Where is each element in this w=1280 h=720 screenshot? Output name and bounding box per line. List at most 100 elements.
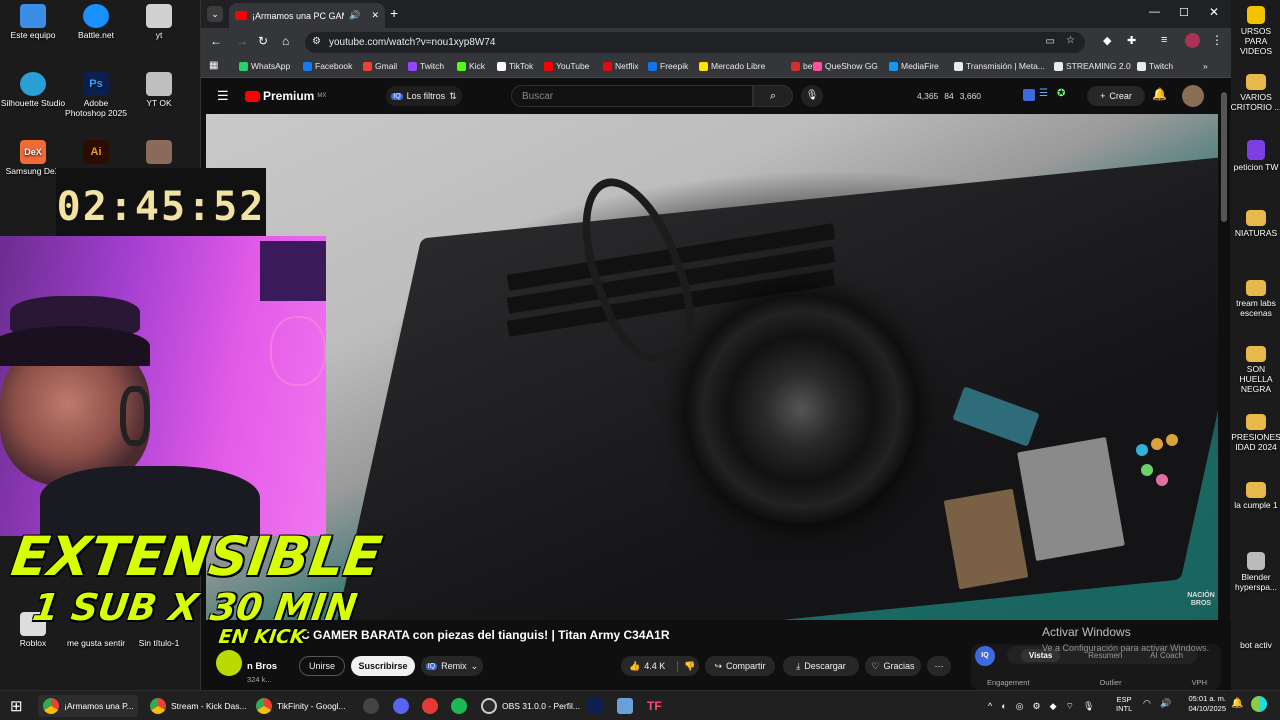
reload-icon[interactable]: ↻: [258, 34, 268, 48]
close-tab-icon[interactable]: ✕: [371, 10, 379, 21]
address-bar[interactable]: ⚙ youtube.com/watch?v=nou1xyp8W74 ▭ ☆: [305, 32, 1085, 53]
wifi-icon[interactable]: ⌔: [1066, 701, 1074, 712]
list-icon[interactable]: ☰: [1039, 88, 1048, 99]
close-window-icon[interactable]: ✕: [1209, 5, 1219, 19]
headset-icon[interactable]: ◎: [1016, 701, 1024, 712]
user-avatar[interactable]: [1182, 85, 1204, 107]
channel-avatar[interactable]: [216, 650, 242, 676]
taskbar-item-spotify[interactable]: [451, 695, 467, 717]
thumbs-down-icon[interactable]: 👎: [677, 660, 695, 672]
start-button[interactable]: ⊞: [10, 695, 23, 717]
search-button[interactable]: ⌕: [753, 85, 793, 107]
taskbar-item-photoshop[interactable]: [587, 695, 603, 717]
back-icon[interactable]: ←: [210, 34, 222, 48]
volume-icon[interactable]: 🔊: [1160, 698, 1171, 709]
apps-grid-icon[interactable]: ▦: [209, 60, 218, 71]
home-icon[interactable]: ⌂: [282, 34, 289, 48]
youtube-logo[interactable]: Premium MX: [245, 89, 326, 103]
mic-icon[interactable]: 🎙: [1083, 701, 1094, 712]
taskbar-item-notepad[interactable]: [617, 695, 633, 717]
clock[interactable]: 05:01 a. m. 04/10/2025: [1180, 694, 1226, 714]
wifi-status-icon[interactable]: ◠: [1143, 698, 1151, 709]
bookmarks-overflow-icon[interactable]: »: [1203, 61, 1208, 71]
bookmark-queshow-gg[interactable]: QueShow GG: [813, 61, 878, 71]
desktop-icon-este-equipo[interactable]: Este equipo: [0, 4, 66, 41]
tab-youtube[interactable]: ¡Armamos una PC GAMER 🔊 ✕: [229, 3, 385, 28]
language-indicator[interactable]: ESP INTL: [1116, 695, 1132, 714]
taskbar-item-tikfinity[interactable]: TF: [647, 695, 662, 717]
bookmark-star-icon[interactable]: ☆: [1066, 35, 1075, 46]
forward-icon[interactable]: →: [236, 34, 248, 48]
puzzle-icon[interactable]: ✚: [1127, 34, 1136, 47]
desktop-icon-miniaturas[interactable]: NIATURAS: [1230, 210, 1280, 239]
thanks-button[interactable]: ♡ Gracias: [865, 656, 921, 676]
download-button[interactable]: ⤓ Descargar: [783, 656, 859, 676]
bookmark-kick[interactable]: Kick: [457, 61, 485, 71]
desktop-icon-yt-ok[interactable]: YT OK: [126, 72, 192, 109]
bookmark-twitch[interactable]: Twitch: [408, 61, 444, 71]
desktop-icon-photoshop[interactable]: Ps Adobe Photoshop 2025: [63, 72, 129, 119]
more-button[interactable]: ⋯: [927, 656, 951, 676]
bookmark-twitch[interactable]: Twitch: [1137, 61, 1173, 71]
profile-avatar[interactable]: [1185, 33, 1200, 48]
badge-icon[interactable]: ✪: [1057, 88, 1065, 99]
maximize-icon[interactable]: ☐: [1179, 6, 1189, 19]
taskbar-item-app[interactable]: [363, 695, 379, 717]
filters-button[interactable]: IQ Los filtros ⇅: [386, 86, 462, 106]
taskbar-item-player[interactable]: [422, 695, 438, 717]
bookmark-gmail[interactable]: Gmail: [363, 61, 397, 71]
menu-icon[interactable]: ⋮: [1211, 33, 1223, 47]
desktop-icon-battlenet[interactable]: Battle.net: [63, 4, 129, 41]
taskbar-item-chrome-3[interactable]: TikFinity - Googl...: [256, 695, 346, 717]
minimize-icon[interactable]: —: [1149, 6, 1160, 18]
taskbar-item-discord[interactable]: [393, 695, 409, 717]
desktop-icon-peticion[interactable]: peticion TW: [1230, 140, 1280, 173]
desktop-icon-image[interactable]: [126, 140, 192, 167]
bookmark-mercado-libre[interactable]: Mercado Libre: [699, 61, 765, 71]
notification-bell-icon[interactable]: 🔔: [1231, 698, 1243, 709]
desktop-icon-impresiones[interactable]: PRESIONES IDAD 2024: [1230, 414, 1280, 453]
share-button[interactable]: ↪ Compartir: [705, 656, 775, 676]
cast-icon[interactable]: ▭: [1046, 36, 1055, 47]
like-button[interactable]: 👍 4.4 K 👎: [621, 656, 699, 676]
desktop-icon-streamlabs[interactable]: tream labs escenas: [1230, 280, 1280, 319]
security-icon[interactable]: ◆: [1050, 701, 1057, 712]
bookmark-freepik[interactable]: Freepik: [648, 61, 688, 71]
extension-icon[interactable]: ◆: [1103, 34, 1111, 47]
taskbar-item-chrome-1[interactable]: ¡Armamos una P...: [38, 695, 138, 717]
bookmark-whatsapp[interactable]: WhatsApp: [239, 61, 290, 71]
media-icon[interactable]: ≡: [1161, 34, 1167, 46]
search-input[interactable]: Buscar: [511, 85, 753, 107]
network-icon[interactable]: ◐: [1001, 701, 1006, 711]
speaker-icon[interactable]: 🔊: [349, 10, 360, 21]
bookmark-mediafire[interactable]: MediaFire: [889, 61, 939, 71]
channel-name[interactable]: n Bros: [247, 661, 277, 672]
create-button[interactable]: + Crear: [1087, 86, 1145, 106]
iq-extension-icon[interactable]: [1023, 89, 1035, 101]
tab-search-icon[interactable]: ⌄: [207, 6, 223, 22]
bookmark-tiktok[interactable]: TikTok: [497, 61, 533, 71]
desktop-icon-bot[interactable]: bot activ: [1230, 628, 1280, 651]
bookmark-youtube[interactable]: YouTube: [544, 61, 589, 71]
bell-icon[interactable]: 🔔: [1152, 87, 1167, 101]
bookmark-bet[interactable]: bet: [791, 61, 815, 71]
desktop-icon-huella[interactable]: SON HUELLA NEGRA: [1230, 346, 1280, 394]
join-button[interactable]: Unirse: [299, 656, 345, 676]
taskbar-item-chrome-2[interactable]: Stream - Kick Das...: [150, 695, 247, 717]
copilot-icon[interactable]: [1251, 696, 1267, 712]
hamburger-icon[interactable]: ☰: [217, 88, 229, 104]
bookmark-facebook[interactable]: Facebook: [303, 61, 352, 71]
taskbar-item-obs[interactable]: OBS 31.0.0 - Perfil...: [481, 695, 580, 717]
chevron-up-icon[interactable]: ^: [988, 701, 992, 711]
settings-icon[interactable]: ⚙: [1033, 701, 1041, 712]
subscribe-button[interactable]: Suscribirse: [351, 656, 415, 676]
scrollbar[interactable]: [1221, 92, 1227, 222]
bookmark-transmisi-n-meta[interactable]: Transmisión | Meta...: [954, 61, 1045, 71]
desktop-icon-illustrator[interactable]: Ai: [63, 140, 129, 167]
site-info-icon[interactable]: ⚙: [312, 36, 321, 47]
mic-button[interactable]: 🎙: [801, 85, 823, 107]
desktop-icon-cursos[interactable]: URSOS PARA VIDEOS: [1230, 6, 1280, 56]
desktop-icon-varios[interactable]: VARIOS CRITORIO ...: [1230, 74, 1280, 113]
desktop-icon-silhouette[interactable]: Silhouette Studio: [0, 72, 66, 109]
bookmark-netflix[interactable]: Netflix: [603, 61, 639, 71]
